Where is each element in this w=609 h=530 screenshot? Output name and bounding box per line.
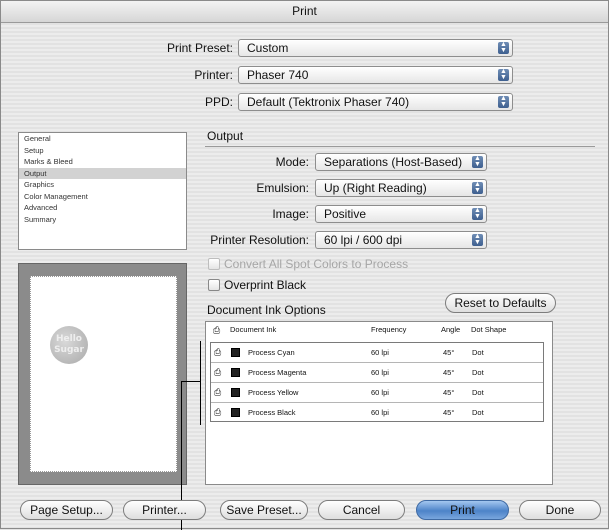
ink-table: ⎙ Document Ink Frequency Angle Dot Shape… (205, 321, 553, 485)
up-down-arrows-icon: ▲ ▼ (472, 233, 483, 246)
category-item-general[interactable]: General (19, 133, 186, 145)
ink-angle: 45° (443, 348, 455, 357)
callout-line-horizontal (181, 381, 200, 382)
mode-popup[interactable]: Separations (Host-Based) ▲ ▼ (315, 153, 487, 171)
category-item-marks-bleed[interactable]: Marks & Bleed (19, 156, 186, 168)
page-setup-button[interactable]: Page Setup... (20, 500, 113, 520)
reset-to-defaults-button[interactable]: Reset to Defaults (445, 293, 556, 313)
col-dot-shape: Dot Shape (471, 325, 507, 334)
image-value: Positive (324, 207, 367, 221)
col-frequency: Frequency (371, 325, 407, 334)
mode-value: Separations (Host-Based) (324, 155, 463, 169)
done-button[interactable]: Done (519, 500, 601, 520)
up-down-arrows-icon: ▲ ▼ (498, 68, 509, 81)
ink-table-header: ⎙ Document Ink Frequency Angle Dot Shape (206, 322, 552, 338)
logo-line-2: Sugar (54, 345, 84, 355)
print-preset-value: Custom (247, 41, 289, 55)
convert-spot-label: Convert All Spot Colors to Process (224, 257, 409, 271)
resolution-label: Printer Resolution: (210, 233, 309, 247)
ppd-value: Default (Tektronix Phaser 740) (247, 95, 410, 109)
ink-frequency: 60 lpi (371, 408, 389, 417)
up-down-arrows-icon: ▲ ▼ (498, 41, 509, 54)
printer-icon[interactable]: ⎙ (214, 363, 221, 382)
printer-popup[interactable]: Phaser 740 ▲ ▼ (238, 66, 513, 84)
table-row[interactable]: ⎙ Process Black 60 lpi 45° Dot (211, 403, 543, 423)
category-item-advanced[interactable]: Advanced (19, 202, 186, 214)
col-angle: Angle (441, 325, 461, 334)
category-item-color-management[interactable]: Color Management (19, 191, 186, 203)
printer-icon[interactable]: ⎙ (214, 343, 221, 362)
image-popup[interactable]: Positive ▲ ▼ (315, 205, 487, 223)
overprint-black-label: Overprint Black (224, 278, 307, 292)
ink-angle: 45° (443, 388, 455, 397)
callout-bracket (200, 341, 201, 425)
emulsion-label: Emulsion: (256, 181, 309, 195)
ink-options-title: Document Ink Options (207, 303, 326, 317)
save-preset-button[interactable]: Save Preset... (220, 500, 308, 520)
ink-angle: 45° (443, 368, 455, 377)
ink-dot-shape: Dot (472, 348, 484, 357)
resolution-popup[interactable]: 60 lpi / 600 dpi ▲ ▼ (315, 231, 487, 249)
ink-angle: 45° (443, 408, 455, 417)
output-section-title: Output (207, 129, 244, 143)
print-dialog: Print Print Preset: Custom ▲ ▼ Printer: P… (0, 0, 609, 530)
output-divider (205, 146, 595, 147)
ink-dot-shape: Dot (472, 388, 484, 397)
ink-name: Process Black (248, 408, 296, 417)
print-button[interactable]: Print (416, 500, 509, 520)
category-item-output[interactable]: Output (19, 167, 186, 179)
printer-label: Printer: (194, 68, 233, 82)
ink-frequency: 60 lpi (371, 348, 389, 357)
ink-rows: ⎙ Process Cyan 60 lpi 45° Dot ⎙ Process … (210, 342, 544, 422)
mode-label: Mode: (275, 155, 309, 169)
category-list[interactable]: General Setup Marks & Bleed Output Graph… (18, 132, 187, 250)
printer-button[interactable]: Printer... (123, 500, 206, 520)
up-down-arrows-icon: ▲ ▼ (472, 181, 483, 194)
printer-icon[interactable]: ⎙ (214, 403, 221, 422)
ppd-popup[interactable]: Default (Tektronix Phaser 740) ▲ ▼ (238, 93, 513, 111)
up-down-arrows-icon: ▲ ▼ (472, 207, 483, 220)
page-preview: Hello Sugar (18, 263, 187, 485)
category-item-summary[interactable]: Summary (19, 214, 186, 226)
preview-logo: Hello Sugar (50, 326, 88, 364)
resolution-value: 60 lpi / 600 dpi (324, 233, 403, 247)
window-title: Print (1, 1, 608, 23)
print-preset-popup[interactable]: Custom ▲ ▼ (238, 39, 513, 57)
ppd-label: PPD: (204, 95, 233, 109)
cancel-button[interactable]: Cancel (318, 500, 405, 520)
printer-icon[interactable]: ⎙ (214, 383, 221, 402)
ink-name: Process Yellow (248, 388, 299, 397)
preview-paper: Hello Sugar (30, 276, 177, 472)
ink-name: Process Magenta (248, 368, 307, 377)
up-down-arrows-icon: ▲ ▼ (472, 155, 483, 168)
table-row[interactable]: ⎙ Process Yellow 60 lpi 45° Dot (211, 383, 543, 403)
ink-dot-shape: Dot (472, 408, 484, 417)
ink-name: Process Cyan (248, 348, 295, 357)
printer-icon: ⎙ (213, 325, 221, 335)
print-preset-label: Print Preset: (166, 41, 233, 55)
printer-value: Phaser 740 (247, 68, 309, 82)
logo-line-1: Hello (56, 334, 82, 344)
ink-frequency: 60 lpi (371, 388, 389, 397)
ink-frequency: 60 lpi (371, 368, 389, 377)
image-label: Image: (272, 207, 309, 221)
col-document-ink: Document Ink (230, 325, 277, 334)
up-down-arrows-icon: ▲ ▼ (498, 95, 509, 108)
ink-dot-shape: Dot (472, 368, 484, 377)
emulsion-value: Up (Right Reading) (324, 181, 427, 195)
convert-spot-checkbox[interactable] (208, 258, 220, 270)
table-row[interactable]: ⎙ Process Magenta 60 lpi 45° Dot (211, 363, 543, 383)
overprint-black-checkbox[interactable] (208, 279, 220, 291)
category-item-graphics[interactable]: Graphics (19, 179, 186, 191)
category-item-setup[interactable]: Setup (19, 145, 186, 157)
emulsion-popup[interactable]: Up (Right Reading) ▲ ▼ (315, 179, 487, 197)
table-row[interactable]: ⎙ Process Cyan 60 lpi 45° Dot (211, 343, 543, 363)
